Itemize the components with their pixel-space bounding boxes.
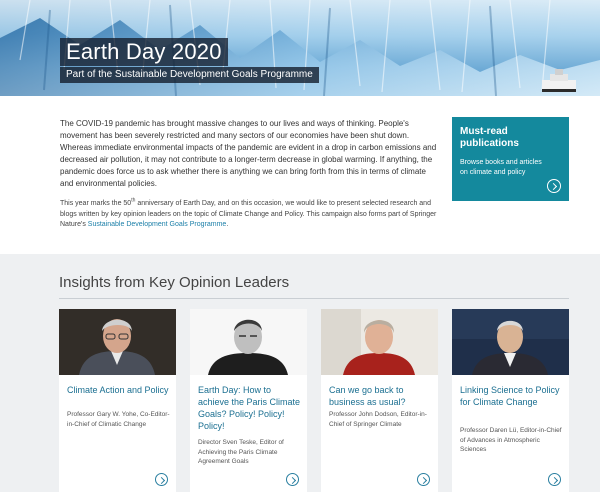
insight-card-teske[interactable]: Earth Day: How to achieve the Paris Clim… [190, 309, 307, 492]
intro-secondary-text: This year marks the 50 [60, 200, 132, 207]
chevron-right-icon[interactable] [548, 473, 561, 486]
intro-secondary-end: . [226, 221, 229, 228]
divider [59, 298, 569, 299]
card-title[interactable]: Climate Action and Policy [67, 384, 171, 396]
author-photo [321, 309, 438, 375]
insight-card-lu[interactable]: Linking Science to Policy for Climate Ch… [452, 309, 569, 492]
sdg-programme-link[interactable]: Sustainable Development Goals Programme [88, 221, 227, 228]
must-read-card[interactable]: Must-read publications Browse books and … [452, 117, 569, 201]
card-title[interactable]: Can we go back to business as usual? [329, 384, 433, 408]
author-photo [452, 309, 569, 375]
chevron-right-icon[interactable] [155, 473, 168, 486]
intro-lead-paragraph: The COVID-19 pandemic has brought massiv… [60, 119, 437, 188]
page-subtitle: Part of the Sustainable Development Goal… [60, 67, 319, 83]
page-title: Earth Day 2020 [60, 38, 228, 66]
author-photo [59, 309, 176, 375]
chevron-right-icon[interactable] [547, 179, 561, 193]
card-author: Professor John Dodson, Editor-in-Chief o… [329, 411, 427, 428]
intro-secondary-paragraph: This year marks the 50th anniversary of … [60, 198, 445, 231]
card-title[interactable]: Linking Science to Policy for Climate Ch… [460, 384, 564, 408]
hero-banner: Earth Day 2020 Part of the Sustainable D… [0, 0, 600, 96]
chevron-right-icon[interactable] [286, 473, 299, 486]
insight-card-dodson[interactable]: Can we go back to business as usual? Pro… [321, 309, 438, 492]
insight-card-yohe[interactable]: Climate Action and Policy Professor Gary… [59, 309, 176, 492]
insights-section: Insights from Key Opinion Leaders Climat… [0, 254, 600, 492]
card-author: Professor Daren Lü, Editor-in-Chief of A… [460, 427, 562, 453]
insights-heading: Insights from Key Opinion Leaders [59, 274, 290, 291]
card-author: Professor Gary W. Yohe, Co-Editor-in-Chi… [67, 411, 170, 428]
must-read-title: Must-read publications [460, 126, 519, 149]
must-read-description: Browse books and articles on climate and… [460, 159, 542, 176]
author-photo [190, 309, 307, 375]
chevron-right-icon[interactable] [417, 473, 430, 486]
card-title[interactable]: Earth Day: How to achieve the Paris Clim… [198, 384, 302, 432]
card-author: Director Sven Teske, Editor of Achieving… [198, 439, 284, 465]
